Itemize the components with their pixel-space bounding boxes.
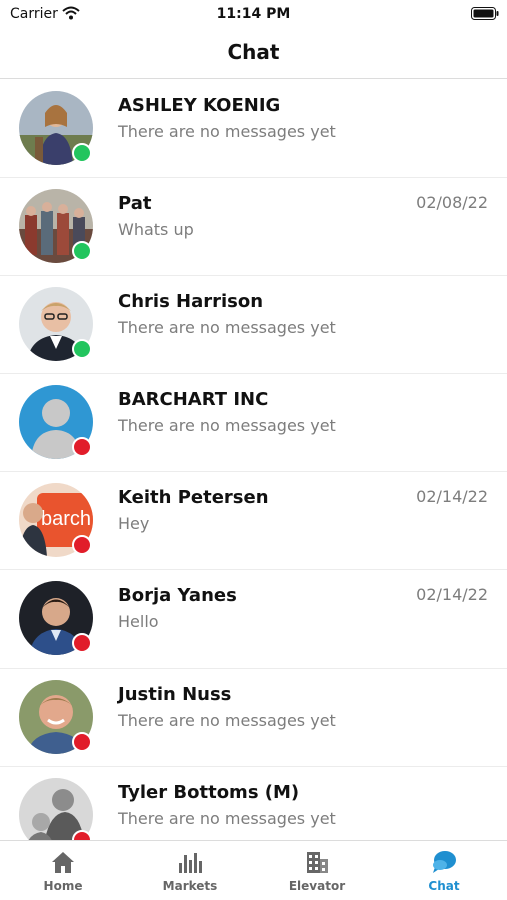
navigation-bar: Chat [0, 30, 507, 79]
chat-row-chris-harrison[interactable]: Chris Harrison There are no messages yet [0, 276, 507, 375]
tab-label: Elevator [288, 879, 346, 893]
chat-row-pat[interactable]: Pat Whats up 02/08/22 [0, 178, 507, 277]
presence-indicator-offline [72, 437, 92, 458]
clock: 11:14 PM [216, 6, 291, 22]
contact-name: ASHLEY KOENIG [118, 95, 281, 116]
building-icon [307, 852, 328, 873]
home-icon [52, 852, 74, 873]
chat-row-tyler-bottoms[interactable]: Tyler Bottoms (M) There are no messages … [0, 767, 507, 840]
message-preview: There are no messages yet [118, 808, 336, 828]
status-bar: Carrier 11:14 PM [0, 0, 507, 30]
svg-text:barch: barch [41, 508, 91, 530]
message-preview: There are no messages yet [118, 318, 336, 338]
contact-name: Tyler Bottoms (M) [118, 781, 300, 803]
message-preview: Hey [118, 514, 150, 534]
presence-indicator-online [72, 339, 92, 360]
chat-row-ashley-koenig[interactable]: ASHLEY KOENIG There are no messages yet [0, 80, 507, 179]
tab-label: Chat [428, 879, 460, 893]
presence-indicator-online [72, 143, 92, 163]
message-preview: There are no messages yet [118, 710, 336, 730]
message-date: 02/14/22 [416, 487, 488, 507]
tab-bar: Home Markets Elevator Chat [0, 840, 507, 900]
message-preview: Whats up [118, 220, 194, 240]
chat-list[interactable]: ASHLEY KOENIG There are no messages yet … [0, 80, 507, 840]
battery-icon [471, 7, 499, 20]
tab-chat[interactable]: Chat [381, 841, 507, 900]
chat-row-justin-nuss[interactable]: Justin Nuss There are no messages yet [0, 669, 507, 767]
presence-indicator-offline [72, 535, 92, 556]
tab-elevator[interactable]: Elevator [254, 841, 380, 900]
contact-name: Chris Harrison [118, 291, 264, 313]
contact-name: Keith Petersen [118, 487, 269, 509]
contact-name: BARCHART INC [118, 389, 269, 411]
page-title: Chat [227, 40, 280, 64]
message-date: 02/08/22 [416, 193, 488, 213]
contact-name: Pat [118, 193, 152, 215]
contact-name: Borja Yanes [118, 585, 237, 607]
chat-row-borja-yanes[interactable]: Borja Yanes Hello 02/14/22 [0, 570, 507, 669]
tab-label: Home [43, 879, 83, 893]
presence-indicator-offline [72, 731, 92, 752]
message-preview: There are no messages yet [118, 416, 336, 436]
tab-markets[interactable]: Markets [127, 841, 253, 900]
tab-label: Markets [162, 879, 218, 893]
chat-bubble-icon [433, 851, 456, 873]
contact-name: Justin Nuss [118, 683, 232, 705]
message-preview: Hello [118, 612, 159, 632]
bar-chart-icon [179, 853, 202, 873]
presence-indicator-online [72, 241, 92, 262]
tab-home[interactable]: Home [0, 841, 126, 900]
chat-row-keith-petersen[interactable]: barch Keith Petersen Hey 02/14/22 [0, 472, 507, 571]
message-preview: There are no messages yet [118, 122, 336, 141]
presence-indicator-offline [72, 633, 92, 654]
chat-row-barchart-inc[interactable]: BARCHART INC There are no messages yet [0, 374, 507, 473]
message-date: 02/14/22 [416, 585, 488, 605]
